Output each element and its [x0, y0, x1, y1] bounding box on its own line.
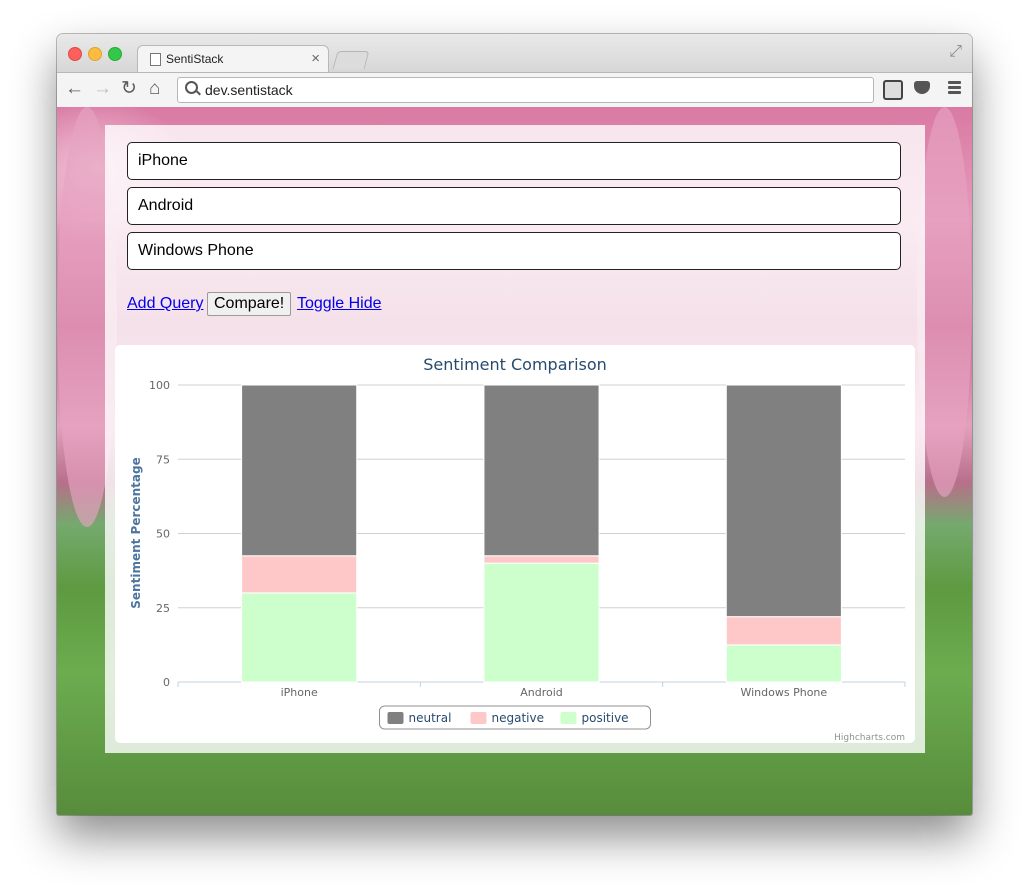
zoom-window-button[interactable]	[108, 47, 122, 61]
legend-item-negative[interactable]: negative	[492, 711, 544, 725]
bar-neutral[interactable]	[241, 384, 358, 557]
back-icon[interactable]: ←	[65, 78, 84, 100]
legend-swatch-positive[interactable]	[560, 712, 577, 724]
minimize-window-button[interactable]	[88, 47, 102, 61]
bar-neutral[interactable]	[725, 384, 842, 618]
bar-positive[interactable]	[483, 562, 600, 683]
close-window-button[interactable]	[68, 47, 82, 61]
page-content: Add Query Compare! Toggle Hide Sentiment…	[57, 107, 972, 815]
browser-window: SentiStack × ⤢ ← → ↻ ⌂ dev.sentistack Ad…	[57, 34, 972, 815]
chart-credits[interactable]: Highcharts.com	[834, 733, 905, 743]
chart-container: Sentiment Comparison Sentiment Percentag…	[115, 345, 915, 743]
url-text: dev.sentistack	[205, 82, 293, 98]
browser-toolbar: ← → ↻ ⌂ dev.sentistack	[57, 72, 972, 108]
search-icon	[185, 81, 198, 94]
bar-neutral[interactable]	[483, 384, 600, 557]
menu-icon[interactable]	[948, 81, 961, 96]
compare-button[interactable]: Compare!	[207, 292, 292, 316]
legend-swatch-neutral[interactable]	[387, 712, 404, 724]
bar-negative[interactable]	[241, 555, 358, 594]
query-panel: Add Query Compare! Toggle Hide Sentiment…	[105, 125, 925, 753]
page-icon	[150, 53, 161, 66]
toggle-hide-link[interactable]: Toggle Hide	[297, 295, 382, 313]
bar-positive[interactable]	[241, 592, 358, 683]
home-icon[interactable]: ⌂	[149, 78, 160, 100]
reload-icon[interactable]: ↻	[121, 78, 137, 100]
bar-positive[interactable]	[725, 644, 842, 683]
legend-swatch-negative[interactable]	[470, 712, 487, 724]
title-bar: SentiStack × ⤢	[57, 34, 972, 73]
y-tick-label: 0	[163, 676, 170, 689]
x-tick-label: iPhone	[281, 686, 318, 699]
sentiment-chart: Sentiment Comparison Sentiment Percentag…	[129, 355, 906, 743]
tab-title: SentiStack	[166, 52, 224, 66]
fullscreen-icon[interactable]: ⤢	[949, 43, 962, 61]
y-axis-label: Sentiment Percentage	[129, 457, 143, 608]
query-input-3[interactable]	[127, 232, 901, 270]
forward-icon[interactable]: →	[93, 78, 112, 100]
browser-tab[interactable]: SentiStack ×	[137, 45, 329, 73]
add-query-link[interactable]: Add Query	[127, 295, 203, 313]
x-tick-label: Android	[520, 686, 563, 699]
chart-title: Sentiment Comparison	[423, 355, 607, 374]
y-tick-label: 100	[149, 379, 170, 392]
query-input-2[interactable]	[127, 187, 901, 225]
background-blossom	[917, 107, 972, 497]
y-tick-label: 25	[156, 602, 170, 615]
y-tick-label: 75	[156, 453, 170, 466]
y-tick-label: 50	[156, 528, 170, 541]
chart-legend: neutral negative positive	[379, 705, 651, 730]
query-input-1[interactable]	[127, 142, 901, 180]
tab-close-icon[interactable]: ×	[311, 50, 320, 67]
pocket-icon[interactable]	[914, 81, 930, 94]
bar-negative[interactable]	[725, 616, 842, 646]
new-tab-button[interactable]	[332, 51, 370, 69]
bar-negative[interactable]	[483, 555, 600, 564]
legend-item-positive[interactable]: positive	[582, 711, 629, 725]
x-tick-label: Windows Phone	[740, 686, 827, 699]
legend-item-neutral[interactable]: neutral	[409, 711, 452, 725]
plot-area: 0 25 50 75 100 iPhone Android Windows Phone	[149, 379, 906, 699]
address-bar[interactable]: dev.sentistack	[177, 77, 874, 103]
extension-icon[interactable]	[883, 80, 903, 100]
